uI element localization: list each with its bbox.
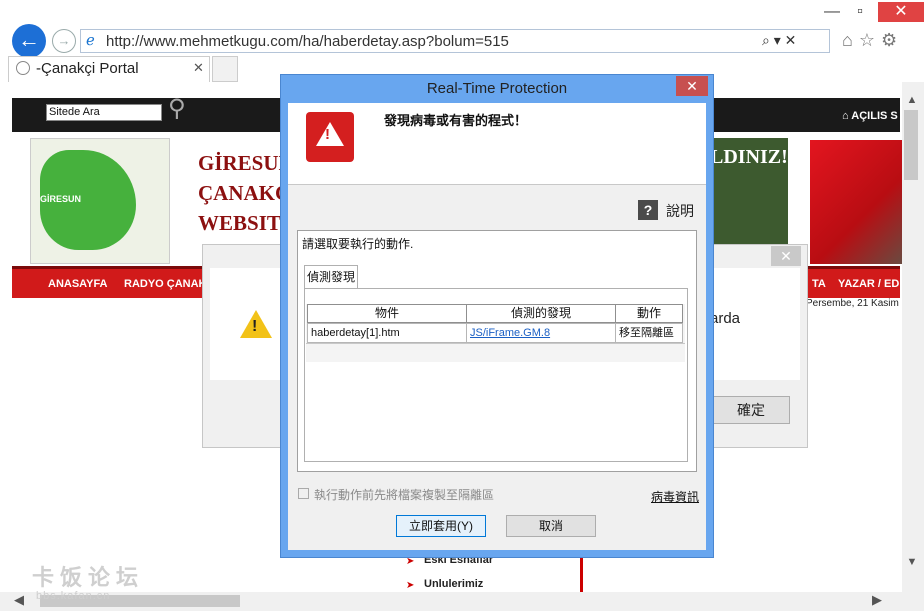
flag-image bbox=[810, 140, 902, 264]
tab-title[interactable]: -Çanakçi Portal bbox=[36, 60, 139, 77]
search-icon[interactable]: ⚲ bbox=[168, 94, 186, 123]
virus-info-link[interactable]: 病毒資訊 bbox=[651, 488, 699, 505]
rtp-close-button[interactable]: ✕ bbox=[676, 76, 708, 96]
address-bar-controls[interactable]: ⌕ ▾ ✕ bbox=[762, 32, 796, 49]
new-tab-button[interactable] bbox=[212, 56, 238, 82]
column-header-action[interactable]: 動作 bbox=[615, 304, 683, 323]
help-link[interactable]: 說明 bbox=[666, 201, 694, 221]
background-dialog-text: arda bbox=[710, 310, 741, 327]
menu-item-anasayfa[interactable]: ANASAYFA bbox=[48, 278, 108, 290]
favicon-icon bbox=[16, 61, 30, 75]
cancel-button[interactable]: 取消 bbox=[506, 515, 596, 537]
menu-item-radyo[interactable]: RADYO ÇANAK bbox=[124, 278, 207, 290]
side-link-unlulerimiz[interactable]: Unlulerimiz bbox=[424, 578, 483, 590]
toolbar-icons[interactable]: ⌂☆⚙ bbox=[842, 30, 903, 51]
menu-item-ta[interactable]: TA bbox=[812, 278, 826, 290]
tab-close-icon[interactable]: ✕ bbox=[193, 60, 204, 76]
instruction-text: 請選取要執行的動作. bbox=[302, 237, 414, 251]
table-divider bbox=[306, 343, 685, 344]
cell-detection-link[interactable]: JS/iFrame.GM.8 bbox=[466, 323, 616, 343]
warning-icon-mark: ! bbox=[252, 318, 258, 335]
site-title: GİRESUN ÇANAKÇI WEBSITE bbox=[198, 151, 299, 235]
map-label: GİRESUN bbox=[40, 194, 82, 204]
tab-detections[interactable]: 偵測發現 bbox=[304, 265, 358, 289]
column-header-object[interactable]: 物件 bbox=[307, 304, 467, 323]
vertical-scroll-thumb[interactable] bbox=[904, 110, 918, 180]
background-dialog-ok-button[interactable]: 確定 bbox=[712, 396, 790, 424]
ie-logo-icon: ℯ bbox=[86, 32, 95, 49]
background-dialog-close-button[interactable]: ✕ bbox=[771, 246, 801, 266]
maximize-button[interactable]: ▫ bbox=[846, 2, 874, 22]
back-button[interactable]: ← bbox=[12, 24, 46, 58]
column-header-detection[interactable]: 偵測的發現 bbox=[466, 304, 616, 323]
scroll-up-icon[interactable]: ▲ bbox=[902, 94, 922, 106]
site-search-input[interactable]: Sitede Ara bbox=[46, 104, 162, 121]
banner-text: LDINIZ! bbox=[710, 146, 788, 168]
watermark-text: 卡饭论坛 bbox=[32, 566, 145, 591]
menu-item-yazar[interactable]: YAZAR / EDİ bbox=[838, 278, 902, 290]
cell-action-select[interactable]: 移至隔離區 bbox=[615, 323, 683, 343]
minimize-button[interactable]: — bbox=[818, 2, 846, 22]
forward-button[interactable]: → bbox=[52, 29, 76, 53]
cell-object[interactable]: haberdetay[1].htm bbox=[307, 323, 467, 343]
date-text: Persembe, 21 Kasim bbox=[806, 298, 899, 309]
scroll-down-icon[interactable]: ▼ bbox=[902, 556, 922, 568]
url-text[interactable]: http://www.mehmetkugu.com/ha/haberdetay.… bbox=[106, 33, 509, 50]
scroll-right-icon[interactable]: ▶ bbox=[872, 592, 882, 608]
close-window-button[interactable]: ✕ bbox=[878, 2, 924, 22]
watermark-url: bbs.kafan.cn bbox=[36, 590, 111, 602]
rtp-heading: 發現病毒或有害的程式！ bbox=[384, 113, 528, 128]
home-link[interactable]: ⌂ AÇILIS S bbox=[842, 110, 898, 122]
copy-to-quarantine-checkbox[interactable] bbox=[298, 488, 309, 499]
rtp-dialog-title: Real-Time Protection bbox=[426, 80, 568, 97]
bullet-icon: ➤ bbox=[406, 580, 415, 591]
scroll-left-icon[interactable]: ◀ bbox=[14, 592, 24, 608]
apply-now-button[interactable]: 立即套用(Y) bbox=[396, 515, 486, 537]
alert-icon-mark: ! bbox=[325, 126, 330, 143]
copy-to-quarantine-label: 執行動作前先將檔案複製至隔離區 bbox=[314, 488, 495, 502]
alert-triangle-icon bbox=[316, 122, 344, 146]
help-icon[interactable]: ? bbox=[638, 200, 658, 220]
